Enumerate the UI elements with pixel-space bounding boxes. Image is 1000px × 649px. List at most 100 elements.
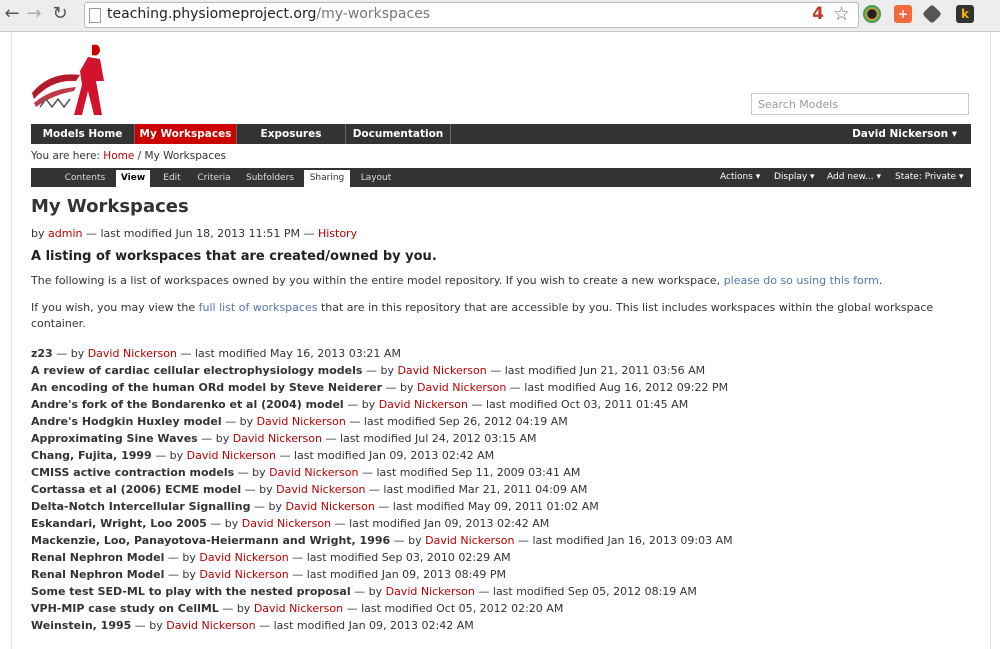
list-item: Weinstein, 1995 — by David Nickerson — l… <box>31 617 971 634</box>
search-input[interactable]: Search Models <box>751 93 969 115</box>
modified-separator: — last modified <box>288 551 382 564</box>
tab-contents[interactable]: Contents <box>57 170 113 187</box>
workspace-title-link[interactable]: Some test SED-ML to play with the nested… <box>31 585 351 598</box>
workspace-author-link[interactable]: David Nickerson <box>386 585 475 598</box>
add-new-menu[interactable]: Add new... ▾ <box>827 168 881 187</box>
byline-modified: — last modified Jun 18, 2013 11:51 PM — <box>85 227 315 240</box>
list-item: Cortassa et al (2006) ECME model — by Da… <box>31 481 971 498</box>
tab-criteria[interactable]: Criteria <box>192 170 236 187</box>
nav-models-home[interactable]: Models Home <box>31 124 135 144</box>
intro-end: . <box>878 274 883 287</box>
page-title: My Workspaces <box>31 196 189 217</box>
reload-icon[interactable]: ↻ <box>50 4 70 24</box>
workspace-author-link[interactable]: David Nickerson <box>166 619 255 632</box>
workspace-author-link[interactable]: David Nickerson <box>199 551 288 564</box>
workspace-title-link[interactable]: Andre's fork of the Bondarenko et al (20… <box>31 398 344 411</box>
workspace-author-link[interactable]: David Nickerson <box>276 483 365 496</box>
physiome-logo[interactable] <box>30 41 112 117</box>
modified-separator: — last modified <box>322 432 415 445</box>
workspace-author-link[interactable]: David Nickerson <box>242 517 331 530</box>
list-item: CMISS active contraction models — by Dav… <box>31 464 971 481</box>
nav-documentation[interactable]: Documentation <box>346 124 451 144</box>
workspace-author-link[interactable]: David Nickerson <box>425 534 514 547</box>
workspace-title-link[interactable]: An encoding of the human ORd model by St… <box>31 381 382 394</box>
back-arrow-icon[interactable]: ← <box>2 4 22 24</box>
history-link[interactable]: History <box>318 227 357 240</box>
workspace-title-link[interactable]: Cortassa et al (2006) ECME model <box>31 483 241 496</box>
by-separator: — by <box>164 551 200 564</box>
workspace-author-link[interactable]: David Nickerson <box>269 466 358 479</box>
k-extension-icon[interactable]: k <box>956 5 974 23</box>
breadcrumb-separator: / <box>137 150 142 162</box>
modified-separator: — last modified <box>474 585 568 598</box>
workspace-title-link[interactable]: Chang, Fujita, 1999 <box>31 449 152 462</box>
workspace-author-link[interactable]: David Nickerson <box>379 398 468 411</box>
plus-extension-icon[interactable]: + <box>894 5 912 23</box>
by-separator: — by <box>250 500 286 513</box>
list-item: Mackenzie, Loo, Panayotova-Heiermann and… <box>31 532 971 549</box>
display-menu[interactable]: Display ▾ <box>774 168 815 187</box>
nav-exposures[interactable]: Exposures <box>237 124 346 144</box>
workspace-author-link[interactable]: David Nickerson <box>233 432 322 445</box>
byline-author-link[interactable]: admin <box>48 227 82 240</box>
tab-layout[interactable]: Layout <box>353 170 399 187</box>
workspace-author-link[interactable]: David Nickerson <box>88 347 177 360</box>
modified-separator: — last modified <box>486 364 580 377</box>
workspace-title-link[interactable]: CMISS active contraction models <box>31 466 234 479</box>
forward-arrow-icon[interactable]: → <box>24 4 44 24</box>
workspace-modified-date: May 16, 2013 03:21 AM <box>270 347 401 360</box>
tab-subfolders[interactable]: Subfolders <box>239 170 301 187</box>
workspace-author-link[interactable]: David Nickerson <box>254 602 343 615</box>
color-picker-extension-icon[interactable] <box>863 5 881 23</box>
user-menu[interactable]: David Nickerson ▾ <box>852 124 957 144</box>
tag-extension-icon[interactable] <box>922 4 942 24</box>
workspace-title-link[interactable]: Delta-Notch Intercellular Signalling <box>31 500 251 513</box>
workspace-title-link[interactable]: Eskandari, Wright, Loo 2005 <box>31 517 207 530</box>
breadcrumb-current: My Workspaces <box>144 150 227 162</box>
create-workspace-link[interactable]: please do so using this form <box>724 274 879 287</box>
address-bar[interactable]: teaching.physiomeproject.org/my-workspac… <box>84 2 859 28</box>
list-item: Delta-Notch Intercellular Signalling — b… <box>31 498 971 515</box>
tab-view[interactable]: View <box>116 170 150 187</box>
workspace-title-link[interactable]: Renal Nephron Model <box>31 551 164 564</box>
full-list-paragraph: If you wish, you may view the full list … <box>31 300 971 332</box>
workspace-author-link[interactable]: David Nickerson <box>397 364 486 377</box>
by-separator: — by <box>234 466 270 479</box>
workspace-modified-date: Sep 03, 2010 02:29 AM <box>381 551 511 564</box>
actions-menu[interactable]: Actions ▾ <box>720 168 760 187</box>
by-separator: — by <box>221 415 257 428</box>
workspace-title-link[interactable]: A review of cardiac cellular electrophys… <box>31 364 362 377</box>
workspace-title-link[interactable]: Renal Nephron Model <box>31 568 164 581</box>
full-list-link[interactable]: full list of workspaces <box>199 301 318 314</box>
by-separator: — by <box>390 534 426 547</box>
tab-sharing[interactable]: Sharing <box>304 170 350 187</box>
breadcrumb-home-link[interactable]: Home <box>103 150 134 162</box>
tab-edit[interactable]: Edit <box>155 170 189 187</box>
nav-my-workspaces[interactable]: My Workspaces <box>135 124 237 144</box>
list-item: Andre's Hodgkin Huxley model — by David … <box>31 413 971 430</box>
page-subtitle: A listing of workspaces that are created… <box>31 249 437 264</box>
workspace-author-link[interactable]: David Nickerson <box>286 500 375 513</box>
list-item: Some test SED-ML to play with the nested… <box>31 583 971 600</box>
workspace-author-link[interactable]: David Nickerson <box>417 381 506 394</box>
workspace-author-link[interactable]: David Nickerson <box>199 568 288 581</box>
workspace-title-link[interactable]: Weinstein, 1995 <box>31 619 131 632</box>
workspace-title-link[interactable]: Approximating Sine Waves <box>31 432 198 445</box>
notification-count-badge[interactable]: 4 <box>812 4 824 24</box>
list-item: Renal Nephron Model — by David Nickerson… <box>31 549 971 566</box>
by-separator: — by <box>350 585 386 598</box>
state-menu[interactable]: State: Private ▾ <box>895 168 963 187</box>
workspace-modified-date: Oct 05, 2012 02:20 AM <box>436 602 564 615</box>
page-content: Search Models Models Home My Workspaces … <box>11 32 991 649</box>
workspace-author-link[interactable]: David Nickerson <box>187 449 276 462</box>
workspace-title-link[interactable]: z23 <box>31 347 53 360</box>
url-text[interactable]: teaching.physiomeproject.org/my-workspac… <box>107 6 430 22</box>
bookmark-star-icon[interactable]: ☆ <box>833 3 850 25</box>
workspace-title-link[interactable]: Andre's Hodgkin Huxley model <box>31 415 222 428</box>
workspace-author-link[interactable]: David Nickerson <box>257 415 346 428</box>
full-list-text-1: If you wish, you may view the <box>31 301 196 314</box>
workspace-modified-date: Jan 09, 2013 02:42 AM <box>368 449 495 462</box>
workspace-title-link[interactable]: Mackenzie, Loo, Panayotova-Heiermann and… <box>31 534 390 547</box>
workspace-title-link[interactable]: VPH-MIP case study on CellML <box>31 602 219 615</box>
workspace-modified-date: Aug 16, 2012 09:22 PM <box>599 381 729 394</box>
